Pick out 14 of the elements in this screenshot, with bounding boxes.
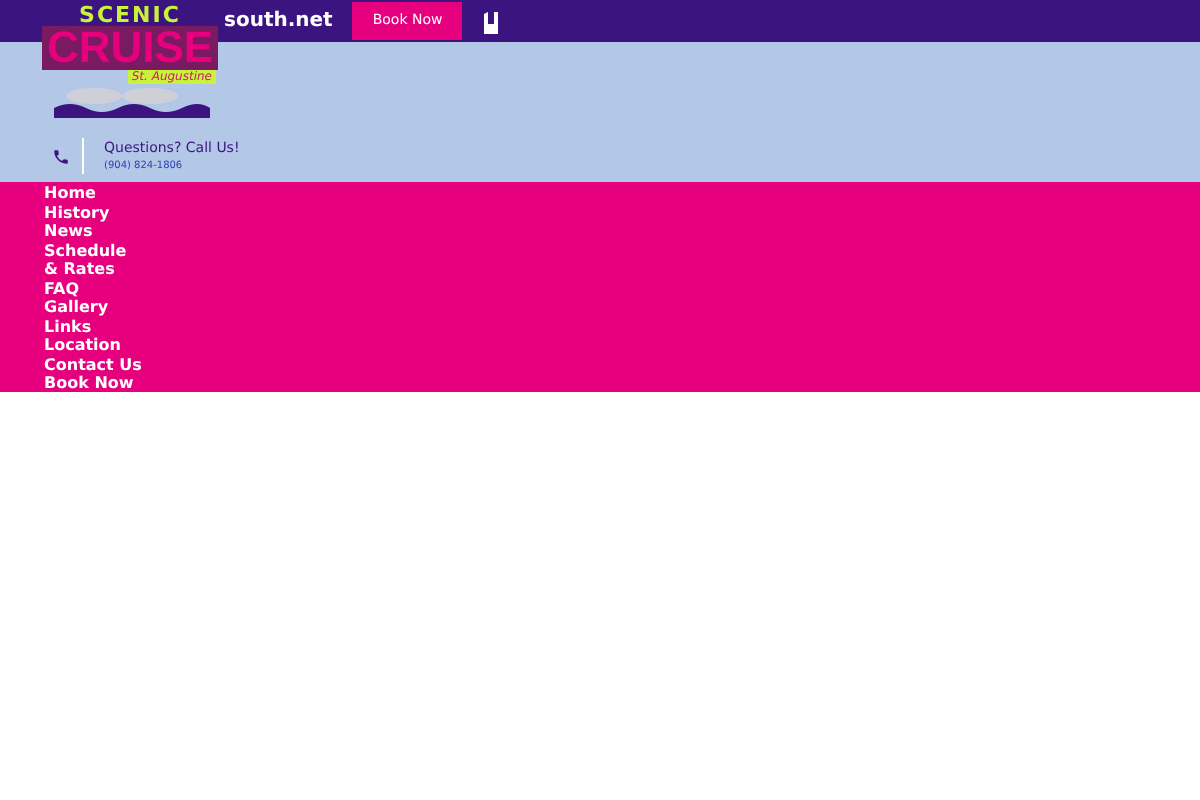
nav-link[interactable]: News [44,222,144,241]
nav-link[interactable]: Contact Us [44,355,144,374]
nav-link[interactable]: Links [44,317,144,336]
email-link[interactable]: south.net [224,6,333,36]
nav-link[interactable]: Book Now [44,374,144,393]
nav-link[interactable]: Schedule & Rates [44,241,144,279]
logo-cruise: CRUISE [42,26,218,70]
nav-link[interactable]: Gallery [44,298,144,317]
logo-scenic: SCENIC [79,4,181,26]
nav-link[interactable]: Home [44,184,144,203]
nav-link[interactable]: History [44,203,144,222]
nav-link[interactable]: Location [44,336,144,355]
phone-icon [52,148,70,166]
nav-link[interactable]: FAQ [44,279,144,298]
